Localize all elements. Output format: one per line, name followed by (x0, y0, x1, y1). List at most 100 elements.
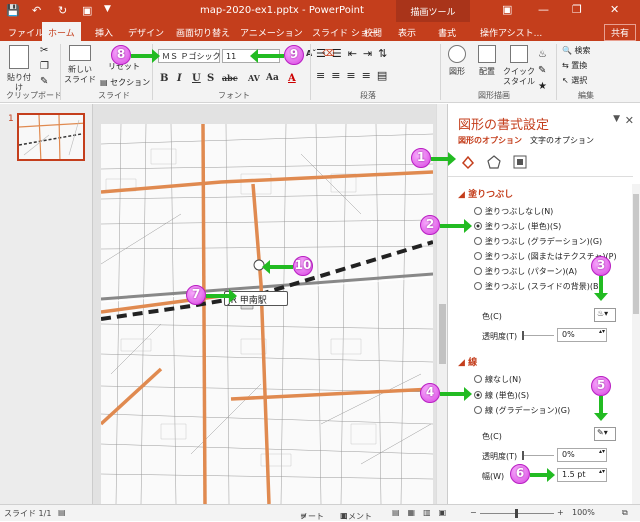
bold-button[interactable]: B (160, 73, 168, 84)
map-drawing (101, 124, 433, 504)
pane-scrollbar[interactable] (632, 184, 640, 504)
ribbon-display-icon[interactable]: ▣ (502, 3, 512, 16)
slideshow-icon[interactable]: ▣ (82, 4, 92, 17)
copy-icon[interactable]: ❐ (40, 61, 49, 72)
tab-transitions[interactable]: 画面切り替え (176, 26, 230, 39)
fill-option-background-label: 塗りつぶし (スライドの背景)(B) (485, 282, 602, 291)
tab-review[interactable]: 校閲 (364, 26, 382, 39)
tab-format[interactable]: 書式 (438, 26, 456, 39)
line-option-none[interactable]: 線なし(N) (474, 374, 521, 385)
paragraph-group-label: 段落 (360, 91, 376, 100)
quick-style-button[interactable]: クイック スタイル (502, 45, 536, 87)
format-painter-icon[interactable]: ✎ (40, 76, 48, 87)
fill-transparency-input[interactable]: 0% (557, 328, 607, 342)
callout-arrow (440, 387, 472, 401)
find-button[interactable]: 🔍 検索 (562, 45, 591, 56)
separator (310, 44, 311, 100)
tab-insert[interactable]: 挿入 (95, 26, 113, 39)
fill-option-solid[interactable]: 塗りつぶし (単色)(S) (474, 221, 561, 232)
fill-option-gradient[interactable]: 塗りつぶし (グラデーション)(G) (474, 236, 602, 247)
fill-header-text: 塗りつぶし (468, 190, 514, 200)
pane-options-icon[interactable]: ▼ (613, 114, 620, 124)
fill-color-button[interactable]: ♨▾ (594, 308, 616, 322)
fill-section-header[interactable]: ◢ 塗りつぶし (458, 187, 513, 200)
align-buttons[interactable]: ≡≡≡≡▤ (316, 69, 393, 82)
font-name-combo[interactable]: ＭＳ Ｐゴシック (158, 49, 221, 63)
shrink-font-icon[interactable]: Aˇ (306, 49, 316, 58)
tab-home[interactable]: ホーム (42, 22, 81, 41)
notes-label: ノート (300, 512, 324, 521)
undo-icon[interactable]: ↶ (32, 4, 41, 17)
fill-option-pattern[interactable]: 塗りつぶし (パターン)(A) (474, 266, 577, 277)
callout-arrow (250, 49, 284, 63)
char-spacing-button[interactable]: AV (248, 73, 260, 83)
spellcheck-icon[interactable]: ▤ (58, 508, 66, 517)
effects-icon[interactable] (486, 154, 502, 170)
callout-9: 9 (284, 45, 304, 65)
zoom-in-icon[interactable]: + (557, 508, 564, 517)
line-transparency-slider[interactable] (522, 451, 554, 460)
line-width-input[interactable]: 1.5 pt (557, 468, 607, 482)
font-color-button[interactable]: A (288, 73, 296, 84)
change-case-button[interactable]: Aa (266, 73, 279, 83)
find-icon: 🔍 (562, 46, 575, 55)
tab-file[interactable]: ファイル (8, 26, 44, 39)
share-button[interactable]: 共有 (603, 24, 636, 41)
pane-divider (448, 176, 633, 177)
zoom-slider-thumb[interactable] (515, 509, 518, 518)
canvas-scrollbar[interactable] (436, 104, 447, 504)
line-color-label: 色(C) (482, 432, 502, 441)
map-image[interactable] (101, 124, 433, 504)
fill-option-background[interactable]: 塗りつぶし (スライドの背景)(B) (474, 281, 602, 292)
section-button[interactable]: ▤ セクション (100, 77, 150, 88)
underline-button[interactable]: U (192, 73, 201, 84)
slide-thumbnail[interactable] (17, 113, 85, 161)
pane-scroll-thumb[interactable] (633, 194, 639, 314)
tab-view[interactable]: 表示 (398, 26, 416, 39)
strikethrough-button[interactable]: abc (222, 73, 238, 83)
line-transparency-input[interactable]: 0% (557, 448, 607, 462)
arrange-label: 配置 (479, 67, 495, 76)
callout-arrow (431, 152, 456, 166)
paste-button[interactable]: 貼り付け (4, 45, 34, 93)
scroll-thumb[interactable] (439, 304, 446, 364)
font-group-label: フォント (218, 91, 250, 100)
customize-qat-icon[interactable]: ▼ (104, 4, 111, 14)
redo-icon[interactable]: ↻ (58, 4, 67, 17)
tab-animations[interactable]: アニメーション (240, 26, 303, 39)
pane-close-icon[interactable]: ✕ (625, 114, 634, 127)
tab-design[interactable]: デザイン (128, 26, 164, 39)
list-buttons[interactable]: ☰☰⇤⇥⇅ (316, 47, 393, 60)
zoom-out-icon[interactable]: − (470, 508, 477, 517)
line-section-header[interactable]: ◢ 線 (458, 355, 477, 368)
fit-slide-icon[interactable]: ⧉ (622, 508, 628, 518)
line-option-gradient[interactable]: 線 (グラデーション)(G) (474, 405, 570, 416)
arrange-button[interactable]: 配置 (474, 45, 500, 77)
shape-fill-outline-icons[interactable]: ♨ ✎ ★ (538, 47, 547, 95)
shapes-button[interactable]: 図形 (444, 45, 470, 77)
cut-icon[interactable]: ✂ (40, 45, 48, 56)
restore-icon[interactable]: ❐ (572, 3, 582, 16)
size-properties-icon[interactable] (512, 154, 528, 170)
fill-transparency-slider[interactable] (522, 331, 554, 340)
fill-line-icon[interactable] (460, 154, 476, 170)
tab-text-options[interactable]: 文字のオプション (530, 135, 594, 146)
clipboard-group-label: クリップボード (6, 91, 62, 100)
replace-button[interactable]: ⇆ 置換 (562, 60, 587, 71)
line-color-button[interactable]: ✎▾ (594, 427, 616, 441)
italic-button[interactable]: I (177, 73, 182, 84)
view-buttons[interactable]: ▤▦▥▣ (392, 508, 454, 517)
zoom-level[interactable]: 100% (572, 508, 595, 517)
save-icon[interactable]: 💾 (6, 4, 20, 17)
tab-shape-options[interactable]: 図形のオプション (458, 135, 522, 146)
select-button[interactable]: ↖ 選択 (562, 75, 587, 86)
close-icon[interactable]: ✕ (610, 3, 619, 16)
fill-option-none[interactable]: 塗りつぶしなし(N) (474, 206, 553, 217)
callout-arrow (530, 468, 555, 482)
minimize-icon[interactable]: — (538, 3, 549, 16)
tell-me-box[interactable]: 操作アシスト... (480, 26, 542, 39)
callout-2: 2 (420, 215, 440, 235)
new-slide-button[interactable]: 新しい スライド (64, 45, 96, 85)
line-option-solid[interactable]: 線 (単色)(S) (474, 390, 529, 401)
text-shadow-button[interactable]: S (207, 73, 214, 84)
